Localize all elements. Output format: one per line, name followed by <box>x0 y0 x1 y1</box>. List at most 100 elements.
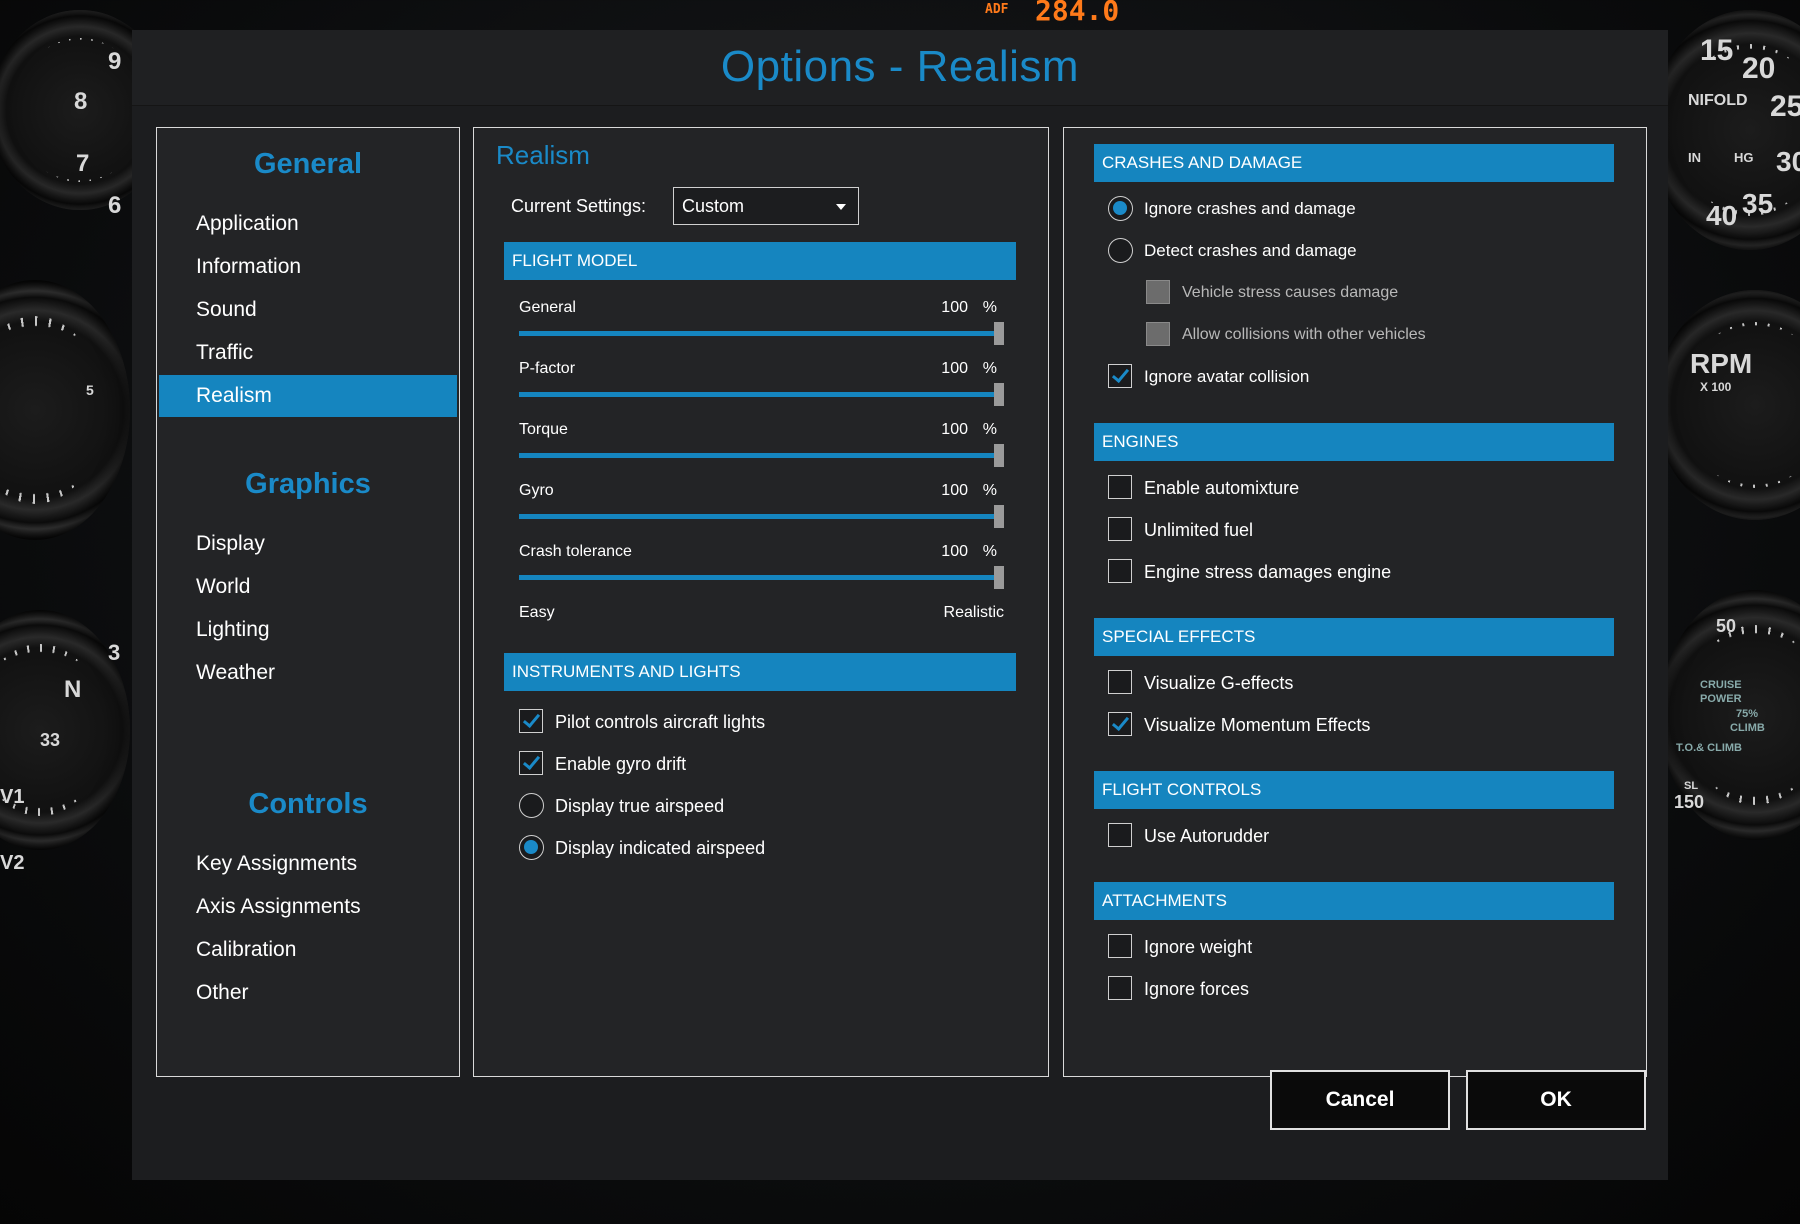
ok-button[interactable]: OK <box>1466 1070 1646 1130</box>
gauge-label: T.O.& CLIMB <box>1676 742 1742 754</box>
nav-heading-controls: Controls <box>248 788 368 820</box>
slider-fill <box>519 453 1004 458</box>
slider-value: 100 <box>941 299 968 316</box>
current-settings-dropdown[interactable]: Custom <box>673 187 859 225</box>
nav-item-axis-assignments[interactable]: Axis Assignments <box>159 886 457 928</box>
nav-item-information[interactable]: Information <box>159 246 457 288</box>
gauge-label: 25 <box>1770 90 1800 123</box>
gauge-label: 75% <box>1736 708 1759 720</box>
nav-item-key-assignments[interactable]: Key Assignments <box>159 843 457 885</box>
navigation-panel: General Application Information Sound Tr… <box>156 127 460 1077</box>
gauge-label: 6 <box>108 192 122 219</box>
general-slider[interactable] <box>519 322 1004 345</box>
radio-selected-icon <box>1108 196 1133 221</box>
slider-fill <box>519 514 1004 519</box>
p-factor-slider[interactable] <box>519 383 1004 406</box>
gauge-label: 8 <box>74 88 88 115</box>
nav-item-lighting[interactable]: Lighting <box>159 609 457 651</box>
option-label: Visualize G-effects <box>1144 673 1294 693</box>
gauge-label: 20 <box>1742 52 1776 85</box>
option-label: Visualize Momentum Effects <box>1144 715 1371 735</box>
slider-thumb[interactable] <box>994 383 1004 406</box>
gauge-label: CRUISE POWER <box>1700 679 1742 705</box>
slider-fill <box>519 331 1004 336</box>
slider-thumb[interactable] <box>994 322 1004 345</box>
slider-label: General <box>519 299 576 316</box>
slider-label: Crash tolerance <box>519 543 632 560</box>
nav-item-other[interactable]: Other <box>159 972 457 1014</box>
option-label: Allow collisions with other vehicles <box>1182 326 1426 343</box>
gauge-label: RPM <box>1690 348 1753 379</box>
option-label: Ignore crashes and damage <box>1144 199 1356 218</box>
nav-item-application[interactable]: Application <box>159 203 457 245</box>
nav-heading-general: General <box>254 148 362 180</box>
nav-item-display[interactable]: Display <box>159 523 457 565</box>
slider-value: 100 <box>941 543 968 560</box>
radio-unselected-icon <box>519 793 544 818</box>
realism-title: Realism <box>496 140 590 170</box>
slider-gyro: Gyro 100 % <box>519 482 1004 542</box>
nav-item-realism[interactable]: Realism <box>159 375 457 417</box>
torque-slider[interactable] <box>519 444 1004 467</box>
slider-unit: % <box>982 421 997 438</box>
gyro-slider[interactable] <box>519 505 1004 528</box>
window-title: Options - Realism <box>720 42 1080 91</box>
gauge-label: CLIMB <box>1730 722 1765 734</box>
adf-label: ADF <box>985 2 1009 17</box>
option-label: Vehicle stress causes damage <box>1182 284 1399 301</box>
option-label: Ignore avatar collision <box>1144 367 1310 386</box>
gauge-label: 9 <box>108 48 122 75</box>
slider-unit: % <box>982 299 997 316</box>
slider-crash-tolerance: Crash tolerance 100 % <box>519 543 1004 603</box>
special-effects-header: SPECIAL EFFECTS <box>1094 618 1614 656</box>
checkbox-unchecked-icon <box>1108 823 1132 847</box>
nav-item-world[interactable]: World <box>159 566 457 608</box>
slider-label: Torque <box>519 421 568 438</box>
nav-item-traffic[interactable]: Traffic <box>159 332 457 374</box>
nav-heading-graphics: Graphics <box>245 468 371 500</box>
gauge-label: X 100 <box>1700 380 1732 394</box>
slider-value: 100 <box>941 482 968 499</box>
gauge-label: 40 <box>1706 200 1738 231</box>
checkbox-unchecked-icon <box>1108 517 1132 541</box>
slider-p-factor: P-factor 100 % <box>519 360 1004 420</box>
slider-unit: % <box>982 482 997 499</box>
option-label: Pilot controls aircraft lights <box>555 712 766 732</box>
slider-torque: Torque 100 % <box>519 421 1004 481</box>
radio-selected-icon <box>519 835 544 860</box>
checkbox-unchecked-icon <box>1108 934 1132 958</box>
checkbox-unchecked-icon <box>1108 976 1132 1000</box>
checkbox-checked-icon <box>1108 364 1132 388</box>
nav-item-calibration[interactable]: Calibration <box>159 929 457 971</box>
option-label: Engine stress damages engine <box>1144 562 1392 582</box>
scale-max-label: Realistic <box>943 604 1004 621</box>
title-bar: Options - Realism <box>132 30 1668 106</box>
cancel-button[interactable]: Cancel <box>1270 1070 1450 1130</box>
option-label: Enable gyro drift <box>555 754 687 774</box>
slider-fill <box>519 575 1004 580</box>
flight-controls-header: FLIGHT CONTROLS <box>1094 771 1614 809</box>
gauge-label: IN <box>1688 150 1701 165</box>
crash-tolerance-slider[interactable] <box>519 566 1004 589</box>
gauge-label: 150 <box>1674 792 1705 812</box>
options-panel: CRASHES AND DAMAGE Ignore crashes and da… <box>1063 127 1647 1077</box>
background-gauge <box>0 280 130 540</box>
slider-thumb[interactable] <box>994 505 1004 528</box>
nav-item-sound[interactable]: Sound <box>159 289 457 331</box>
slider-fill <box>519 392 1004 397</box>
gauge-label: 50 <box>1716 616 1737 636</box>
checkbox-checked-icon <box>519 751 543 775</box>
background-gauge <box>1655 290 1800 520</box>
nav-item-weather[interactable]: Weather <box>159 652 457 694</box>
slider-thumb[interactable] <box>994 566 1004 589</box>
current-settings-value: Custom <box>682 196 745 216</box>
slider-unit: % <box>982 360 997 377</box>
checkbox-checked-icon <box>1108 712 1132 736</box>
adf-value: 284.0 <box>1035 0 1120 27</box>
option-label: Unlimited fuel <box>1144 520 1254 540</box>
gauge-label: 30 <box>1776 146 1800 177</box>
gauge-label: HG <box>1734 150 1754 165</box>
options-dialog: Options - Realism General Application In… <box>132 30 1668 1180</box>
checkbox-checked-icon <box>519 709 543 733</box>
slider-thumb[interactable] <box>994 444 1004 467</box>
